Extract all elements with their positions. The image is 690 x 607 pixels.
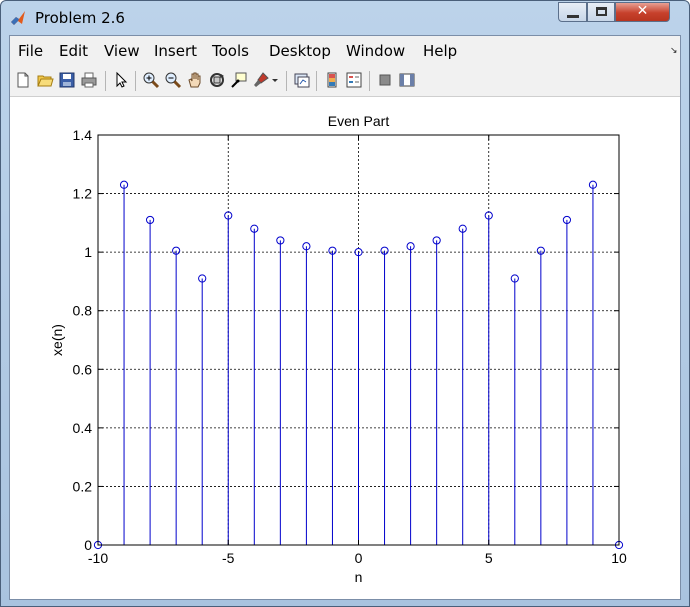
x-tick-label: -5 xyxy=(222,550,235,566)
close-icon: ✕ xyxy=(636,3,649,19)
menu-view[interactable]: View xyxy=(104,42,140,60)
y-axis-label: xe(n) xyxy=(49,324,65,356)
menu-tools[interactable]: Tools xyxy=(212,42,249,60)
zoom-in-icon[interactable] xyxy=(142,71,160,89)
chart-title: Even Part xyxy=(328,113,390,129)
menu-bar: File Edit View Insert Tools Desktop Wind… xyxy=(10,36,680,67)
colorbar-icon[interactable] xyxy=(323,71,341,89)
menu-file[interactable]: File xyxy=(18,42,43,60)
y-tick-label: 0 xyxy=(84,537,92,553)
menu-edit[interactable]: Edit xyxy=(59,42,88,60)
y-tick-label: 0.2 xyxy=(73,478,93,494)
x-tick-label: 0 xyxy=(355,550,363,566)
y-tick-label: 1.2 xyxy=(73,186,93,202)
figure-toolbar xyxy=(10,66,680,97)
stem-plot[interactable]: -10 -5 0 5 1000.20.40.60.811.21.4 Even Part … xyxy=(10,97,680,599)
x-axis-label: n xyxy=(355,569,363,585)
title-bar[interactable]: Problem 2.6 ✕ xyxy=(1,1,689,35)
toolbar-separator xyxy=(105,71,106,91)
pan-icon[interactable] xyxy=(186,71,204,89)
close-button[interactable]: ✕ xyxy=(615,2,670,22)
figure-canvas: -10 -5 0 5 10 0 0.2 0.4 0.6 0.8 1 1.2 1.4 Even Part … xyxy=(10,97,680,599)
axis-ticks: -10 -5 0 5 1000.20.40.60.811.21.4 xyxy=(73,127,627,566)
new-figure-icon[interactable] xyxy=(14,71,32,89)
print-icon[interactable] xyxy=(80,71,98,89)
data-cursor-icon[interactable] xyxy=(230,71,248,89)
menu-overflow-arrow-icon[interactable]: ↘ xyxy=(670,46,678,56)
legend-icon[interactable] xyxy=(345,71,363,89)
y-tick-label: 0.4 xyxy=(73,420,93,436)
zoom-out-icon[interactable] xyxy=(164,71,182,89)
x-tick-label: 5 xyxy=(485,550,493,566)
menu-help[interactable]: Help xyxy=(423,42,457,60)
y-tick-label: 0.6 xyxy=(73,361,93,377)
brush-dropdown-icon[interactable] xyxy=(270,71,280,89)
link-plot-icon[interactable] xyxy=(293,71,311,89)
menu-desktop[interactable]: Desktop xyxy=(269,42,331,60)
show-plot-tools-icon[interactable] xyxy=(398,71,416,89)
open-file-icon[interactable] xyxy=(36,71,54,89)
toolbar-separator xyxy=(135,71,136,91)
brush-icon[interactable] xyxy=(252,71,270,89)
minimize-icon xyxy=(567,15,579,18)
menu-insert[interactable]: Insert xyxy=(154,42,197,60)
minimize-button[interactable] xyxy=(558,2,587,22)
toolbar-separator xyxy=(286,71,287,91)
maximize-button[interactable] xyxy=(587,2,615,22)
save-icon[interactable] xyxy=(58,71,76,89)
maximize-icon xyxy=(596,7,607,16)
hide-plot-tools-icon[interactable] xyxy=(376,71,394,89)
window-title: Problem 2.6 xyxy=(35,9,125,27)
toolbar-separator xyxy=(316,71,317,91)
edit-plot-icon[interactable] xyxy=(112,71,130,89)
matlab-logo-icon xyxy=(11,11,25,25)
figure-window: Problem 2.6 ✕ File Edit View Insert Tool… xyxy=(0,0,690,607)
y-tick-label: 1.4 xyxy=(73,127,93,143)
y-tick-label: 1 xyxy=(84,244,92,260)
x-tick-label: 10 xyxy=(611,550,627,566)
figure-client-area: File Edit View Insert Tools Desktop Wind… xyxy=(9,35,681,600)
toolbar-separator xyxy=(369,71,370,91)
menu-window[interactable]: Window xyxy=(346,42,405,60)
y-tick-label: 0.8 xyxy=(73,303,93,319)
rotate-3d-icon[interactable] xyxy=(208,71,226,89)
